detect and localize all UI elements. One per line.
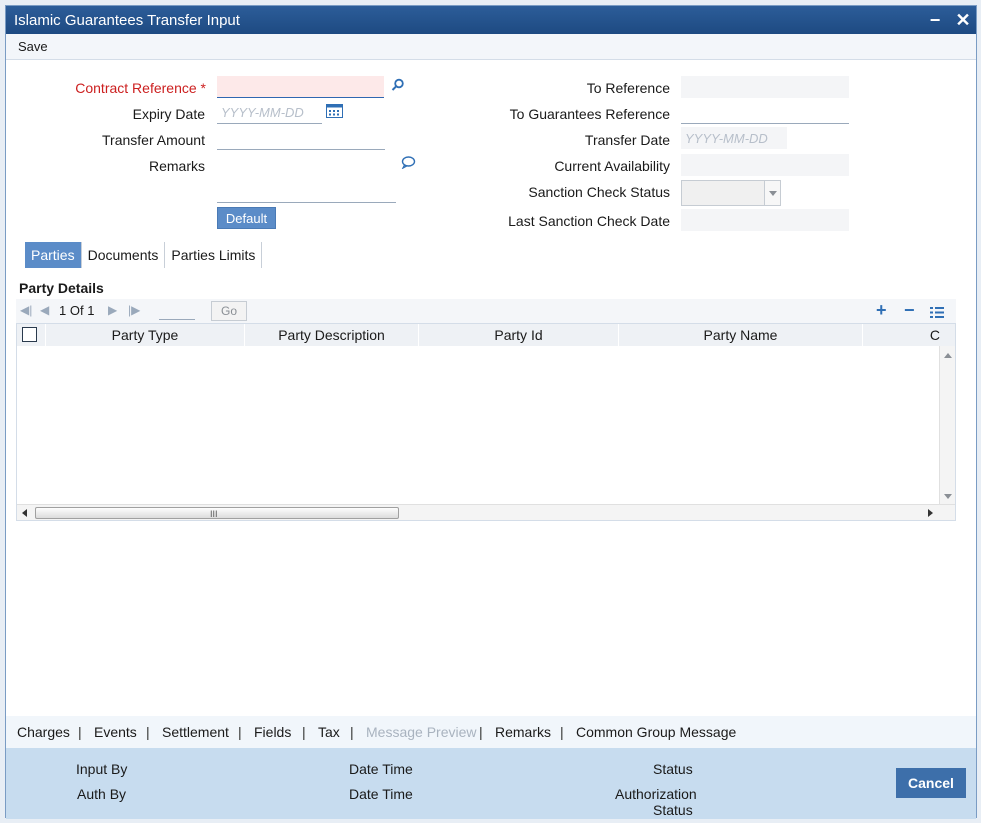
page-number-input[interactable] <box>159 302 195 320</box>
expiry-date-input[interactable] <box>217 102 322 124</box>
list-icon[interactable] <box>930 303 944 324</box>
grid-header: Party Type Party Description Party Id Pa… <box>17 324 955 346</box>
party-details-grid: Party Type Party Description Party Id Pa… <box>16 323 956 521</box>
party-details-title: Party Details <box>19 280 104 296</box>
link-settlement[interactable]: Settlement <box>162 724 229 740</box>
grid-pager: ◀| ◀ 1 Of 1 ▶ |▶ Go + − <box>16 299 956 323</box>
link-remarks[interactable]: Remarks <box>495 724 551 740</box>
link-common-group-message[interactable]: Common Group Message <box>576 724 736 740</box>
contract-reference-label-text: Contract Reference <box>75 80 197 96</box>
link-separator: | <box>146 724 150 740</box>
link-events[interactable]: Events <box>94 724 137 740</box>
last-sanction-check-date-label: Last Sanction Check Date <box>508 213 670 229</box>
transfer-amount-input[interactable] <box>217 128 385 150</box>
scroll-left-icon[interactable] <box>22 509 27 517</box>
input-date-time-label: Date Time <box>349 761 413 777</box>
toolbar: Save <box>6 34 976 60</box>
minimize-button[interactable]: − <box>924 9 946 31</box>
auth-date-time-label: Date Time <box>349 786 413 802</box>
current-page: 1 <box>59 303 67 318</box>
status-label: Status <box>653 761 693 777</box>
of-label: Of <box>69 303 84 318</box>
dialog-window: Islamic Guarantees Transfer Input − ✕ Sa… <box>5 5 977 819</box>
scroll-thumb[interactable]: III <box>35 507 399 519</box>
required-marker: * <box>200 80 206 96</box>
column-c[interactable]: C <box>863 324 955 346</box>
horizontal-scrollbar[interactable]: III <box>17 504 955 520</box>
auth-by-label: Auth By <box>77 786 127 802</box>
select-all-checkbox[interactable] <box>22 327 37 342</box>
current-availability-input[interactable] <box>681 154 849 176</box>
to-reference-label: To Reference <box>586 80 670 96</box>
column-party-name[interactable]: Party Name <box>619 324 863 346</box>
column-party-description[interactable]: Party Description <box>245 324 419 346</box>
scroll-down-icon[interactable] <box>944 494 952 499</box>
link-separator: | <box>302 724 306 740</box>
link-separator: | <box>78 724 82 740</box>
audit-footer: Input By Auth By Date Time Date Time Sta… <box>6 748 976 819</box>
tab-documents[interactable]: Documents <box>82 242 166 268</box>
app-frame: Islamic Guarantees Transfer Input − ✕ Sa… <box>0 0 981 823</box>
tab-strip: Parties Documents Parties Limits <box>25 242 263 268</box>
column-party-type[interactable]: Party Type <box>46 324 245 346</box>
tab-parties[interactable]: Parties <box>25 242 82 268</box>
link-separator: | <box>560 724 564 740</box>
save-button[interactable]: Save <box>18 39 48 54</box>
tab-parties-limits[interactable]: Parties Limits <box>165 242 263 268</box>
link-separator: | <box>238 724 242 740</box>
calendar-icon[interactable] <box>325 103 343 121</box>
first-page-icon[interactable]: ◀| <box>20 303 32 317</box>
transfer-date-input[interactable] <box>681 127 787 149</box>
current-availability-label: Current Availability <box>554 158 670 174</box>
default-button[interactable]: Default <box>217 207 276 229</box>
vertical-scrollbar[interactable] <box>939 346 955 506</box>
link-separator: | <box>350 724 354 740</box>
expiry-date-label: Expiry Date <box>132 106 205 122</box>
link-charges[interactable]: Charges <box>17 724 70 740</box>
plus-icon[interactable]: + <box>876 300 887 321</box>
window-title: Islamic Guarantees Transfer Input <box>14 12 240 29</box>
remarks-label: Remarks <box>148 158 205 174</box>
sanction-check-status-select[interactable] <box>681 180 781 206</box>
transfer-amount-label: Transfer Amount <box>102 132 205 148</box>
remarks-input[interactable] <box>217 181 396 203</box>
cancel-button[interactable]: Cancel <box>896 768 966 798</box>
last-page-icon[interactable]: |▶ <box>128 303 140 317</box>
page-indicator: 1 Of 1 <box>59 303 94 318</box>
link-fields[interactable]: Fields <box>254 724 291 740</box>
to-reference-input[interactable] <box>681 76 849 98</box>
next-page-icon[interactable]: ▶ <box>108 303 117 317</box>
sanction-check-status-label: Sanction Check Status <box>528 184 670 200</box>
to-guarantees-reference-input[interactable] <box>681 102 849 124</box>
total-pages: 1 <box>87 303 95 318</box>
scroll-up-icon[interactable] <box>944 353 952 358</box>
title-bar: Islamic Guarantees Transfer Input − ✕ <box>6 6 976 34</box>
search-icon[interactable] <box>389 78 407 96</box>
to-guarantees-reference-label: To Guarantees Reference <box>509 106 670 122</box>
go-button[interactable]: Go <box>211 301 247 321</box>
select-all-cell <box>17 324 46 346</box>
minus-icon[interactable]: − <box>904 300 915 321</box>
last-sanction-check-date-input[interactable] <box>681 209 849 231</box>
transfer-date-label: Transfer Date <box>584 132 670 148</box>
input-by-label: Input By <box>76 761 128 777</box>
authorization-status-label: Status <box>653 802 693 818</box>
close-button[interactable]: ✕ <box>952 9 974 31</box>
column-party-id[interactable]: Party Id <box>419 324 619 346</box>
link-message-preview[interactable]: Message Preview <box>366 724 477 740</box>
speech-bubble-icon[interactable] <box>399 155 417 173</box>
previous-page-icon[interactable]: ◀ <box>40 303 49 317</box>
link-tax[interactable]: Tax <box>318 724 340 740</box>
grip-icon: III <box>210 509 218 519</box>
contract-reference-input[interactable] <box>217 76 384 98</box>
contract-reference-label: Contract Reference * <box>46 80 206 96</box>
chevron-down-icon[interactable] <box>764 181 780 205</box>
bottom-links-bar: Charges | Events | Settlement | Fields |… <box>6 716 976 748</box>
authorization-label: Authorization <box>615 786 697 802</box>
link-separator: | <box>479 724 483 740</box>
scroll-right-icon[interactable] <box>928 509 933 517</box>
